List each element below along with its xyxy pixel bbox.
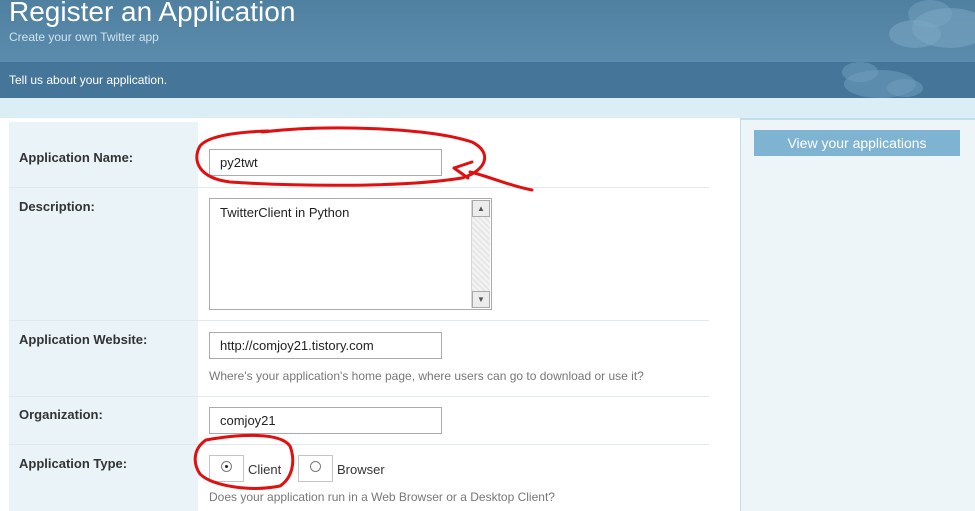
application-name-label: Application Name: [19, 150, 134, 165]
page-header: Register an Application Create your own … [0, 0, 975, 62]
browser-radio-label[interactable]: Browser [337, 462, 385, 477]
spacer-band [0, 98, 975, 118]
organization-input[interactable] [209, 407, 442, 434]
view-applications-button[interactable]: View your applications [754, 130, 960, 156]
description-label: Description: [19, 199, 95, 214]
client-radio-label[interactable]: Client [248, 462, 281, 477]
row-divider [9, 444, 709, 445]
section-bar: Tell us about your application. [0, 62, 975, 98]
website-help-text: Where's your application's home page, wh… [209, 369, 644, 383]
row-divider [9, 396, 709, 397]
form-label-column [9, 122, 198, 511]
row-divider [9, 187, 709, 188]
page-title: Register an Application [9, 0, 296, 27]
section-intro: Tell us about your application. [9, 73, 168, 87]
application-name-input[interactable] [209, 149, 442, 176]
application-website-label: Application Website: [19, 332, 148, 347]
sidebar [741, 120, 975, 511]
scroll-up-icon[interactable]: ▲ [472, 200, 490, 217]
client-radio[interactable] [221, 461, 232, 472]
page-subtitle: Create your own Twitter app [9, 30, 159, 44]
description-textarea[interactable]: TwitterClient in Python ▲ ▼ [209, 198, 492, 310]
browser-radio[interactable] [310, 461, 321, 472]
app-type-help-text: Does your application run in a Web Brows… [209, 490, 555, 504]
organization-label: Organization: [19, 407, 103, 422]
description-scrollbar[interactable]: ▲ ▼ [471, 200, 490, 308]
row-divider [9, 320, 709, 321]
application-type-label: Application Type: [19, 456, 128, 471]
application-website-input[interactable] [209, 332, 442, 359]
scroll-down-icon[interactable]: ▼ [472, 291, 490, 308]
description-text: TwitterClient in Python [220, 205, 350, 220]
